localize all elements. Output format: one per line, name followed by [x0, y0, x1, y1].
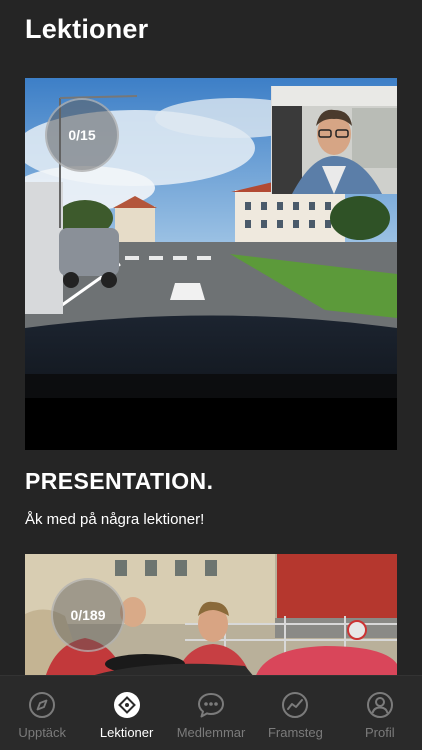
nav-label: Medlemmar — [176, 725, 246, 740]
compass-icon — [29, 692, 56, 718]
lesson-title: PRESENTATION. — [25, 468, 214, 494]
nav-item-upptack[interactable]: Upptäck — [0, 676, 84, 750]
nav-item-lektioner[interactable]: Lektioner — [84, 676, 168, 750]
lesson-card-presentation[interactable]: 0/15 — [25, 78, 397, 450]
lessons-icon — [113, 692, 140, 718]
nav-item-medlemmar[interactable]: Medlemmar — [169, 676, 253, 750]
page-title: Lektioner — [25, 14, 149, 44]
bottom-navigation: Upptäck Lektioner Medlemmar Framsteg Pro… — [0, 675, 422, 750]
nav-item-profil[interactable]: Profil — [338, 676, 422, 750]
lesson-progress-badge: 0/189 — [51, 578, 125, 652]
instructor-image — [272, 86, 397, 194]
lesson-card-2[interactable]: 0/189 — [25, 554, 397, 678]
instructor-video-pip — [271, 86, 397, 194]
nav-item-framsteg[interactable]: Framsteg — [253, 676, 337, 750]
user-icon — [366, 692, 393, 718]
nav-label: Upptäck — [18, 725, 67, 740]
progress-graph-icon — [282, 692, 309, 718]
nav-label: Lektioner — [99, 725, 154, 740]
chat-bubble-icon — [198, 693, 225, 718]
nav-label: Profil — [365, 725, 395, 740]
lesson-subtitle: Åk med på några lektioner! — [25, 511, 205, 528]
lesson-progress-badge: 0/15 — [45, 98, 119, 172]
nav-label: Framsteg — [267, 725, 323, 740]
